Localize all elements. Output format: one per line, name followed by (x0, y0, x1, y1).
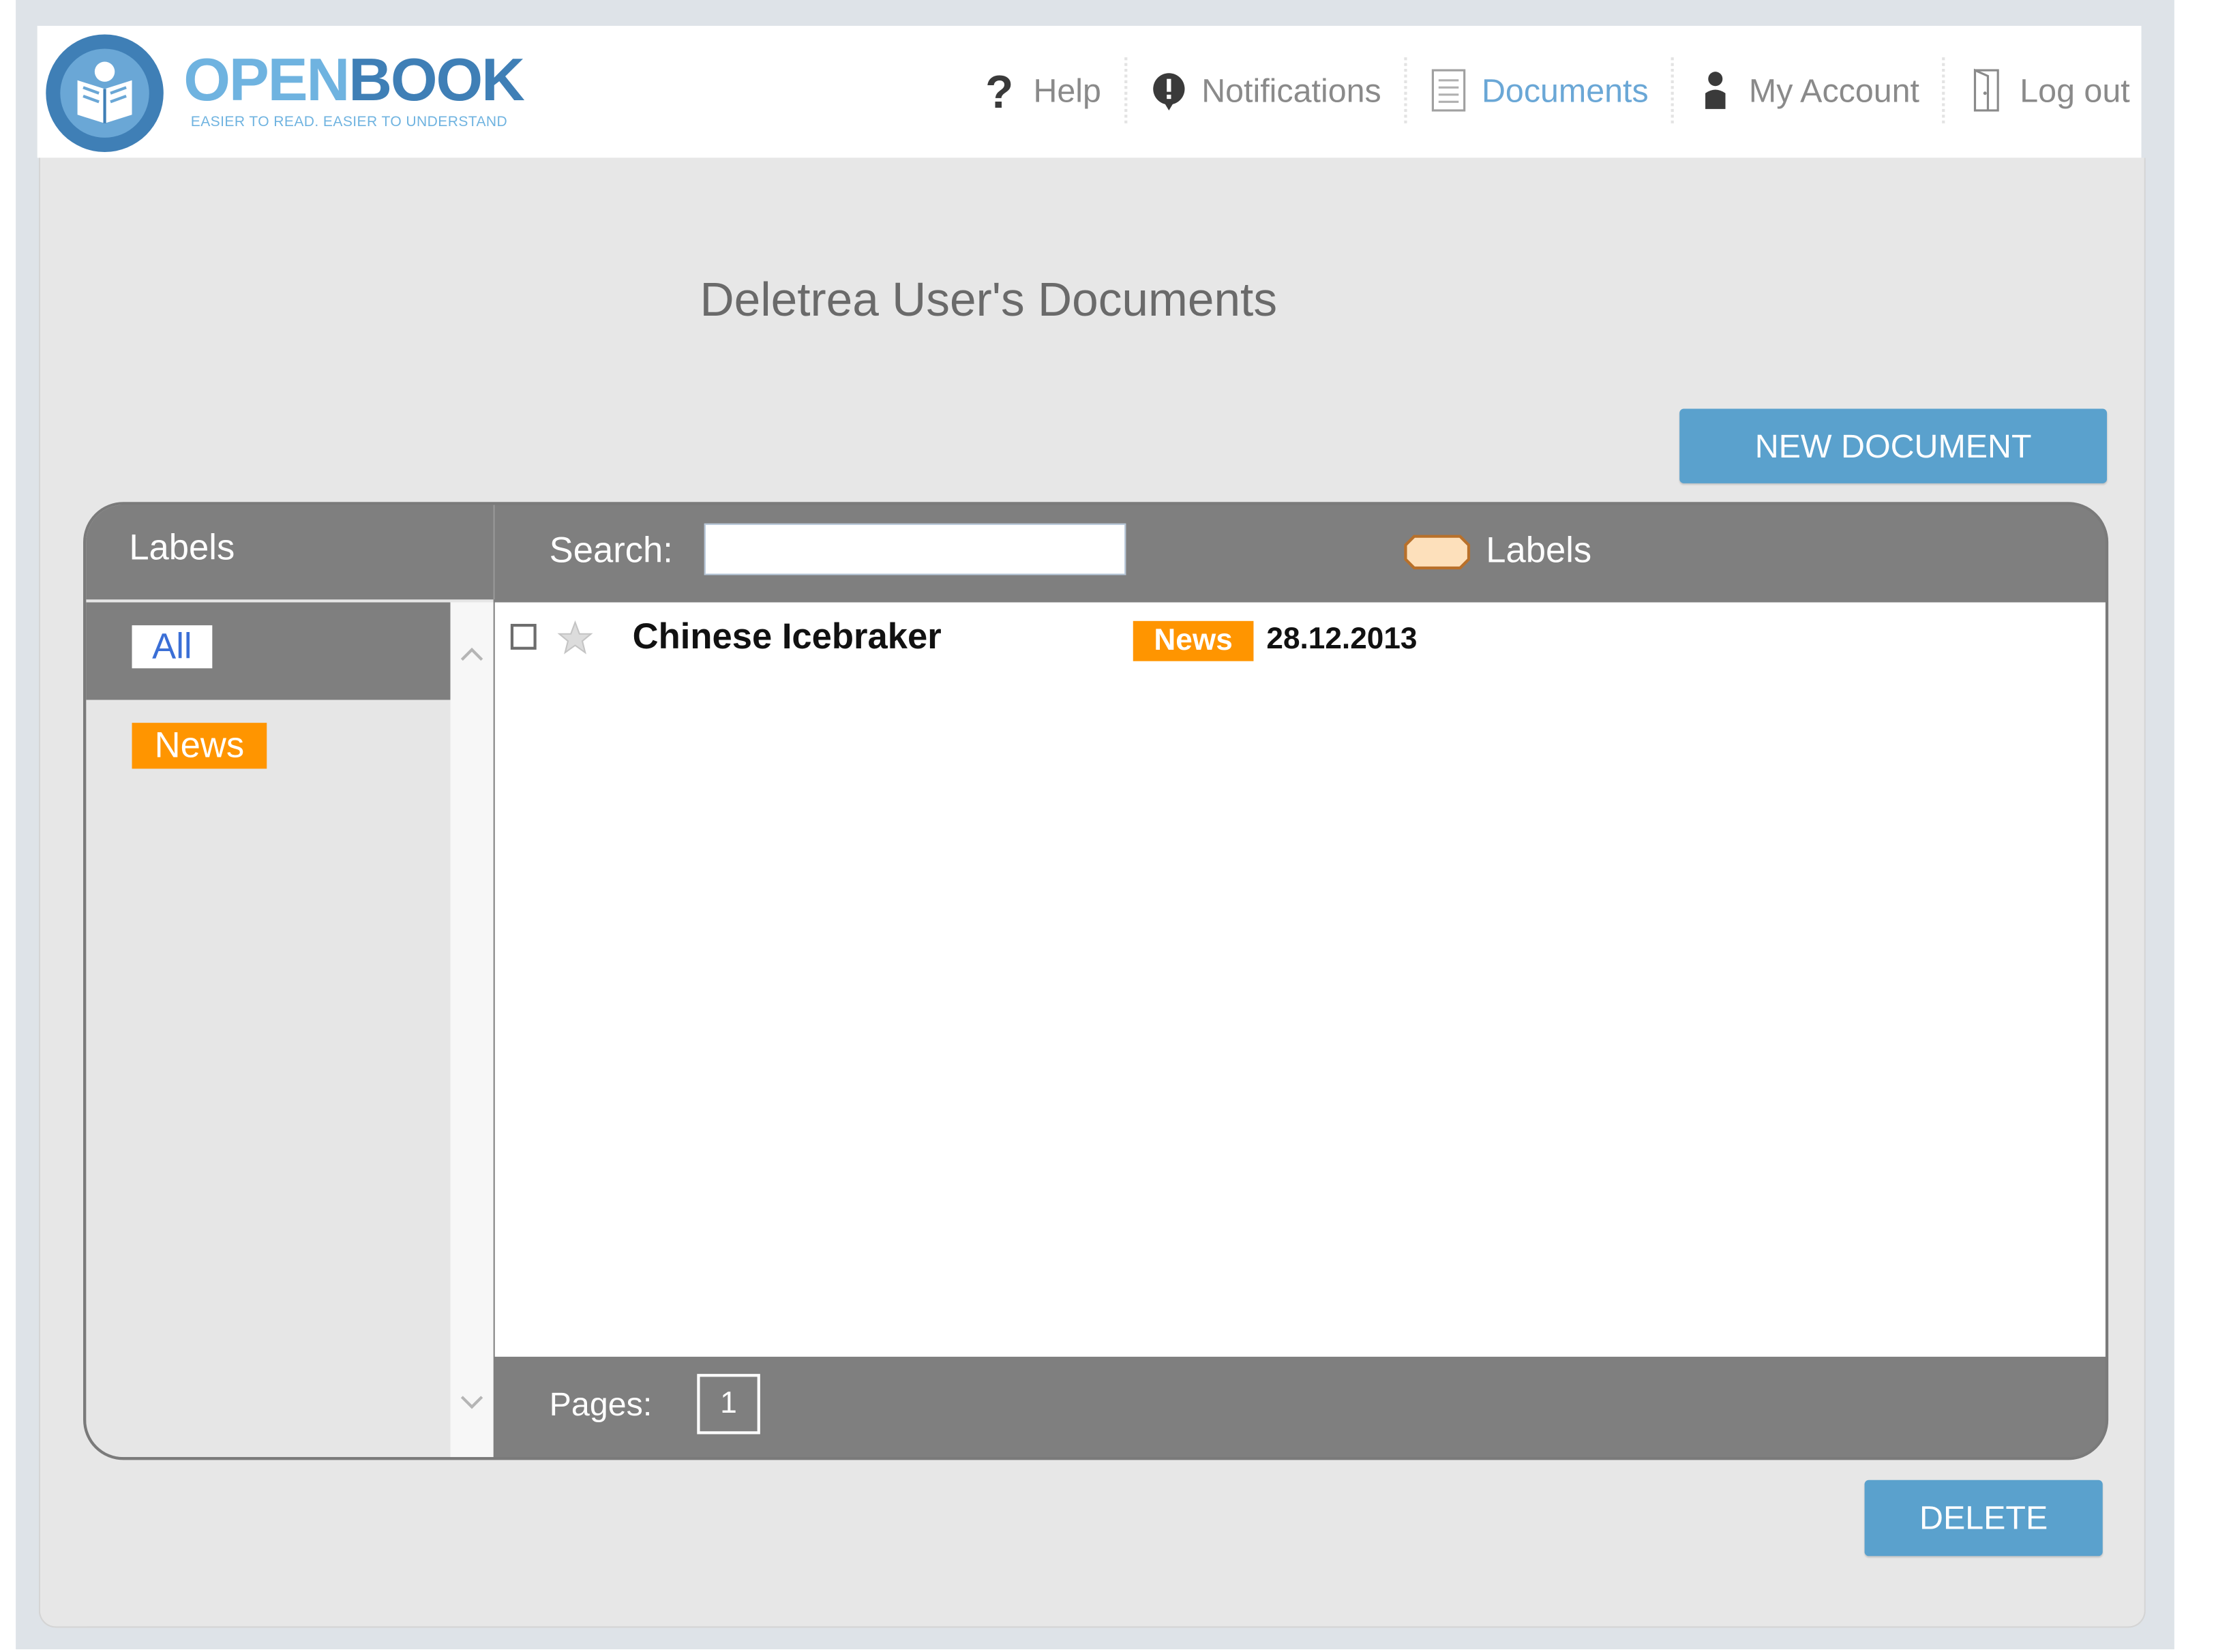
labels-scrollbar[interactable] (450, 602, 494, 1458)
row-checkbox[interactable] (510, 624, 537, 650)
logo-wordmark[interactable]: OPENBOOK (183, 46, 525, 115)
openbook-logo-icon[interactable] (46, 34, 164, 152)
user-icon (1697, 69, 1735, 112)
table-row[interactable]: Chinese Icebraker News 28.12.2013 (495, 602, 2106, 674)
documents-toolbar: Search: Labels (495, 505, 2106, 599)
labels-sidebar: Labels All News (86, 505, 495, 1458)
documents-list: Chinese Icebraker News 28.12.2013 (494, 602, 2106, 1357)
pages-label: Pages: (549, 1385, 653, 1423)
document-label-badge: News (1133, 620, 1254, 661)
header: OPENBOOK EASIER TO READ. EASIER TO UNDER… (37, 25, 2142, 158)
nav-my-account-label: My Account (1748, 71, 1920, 108)
new-document-button[interactable]: NEW DOCUMENT (1679, 408, 2108, 483)
logo-tagline: EASIER TO READ. EASIER TO UNDERSTAND (190, 115, 508, 131)
svg-text:?: ? (986, 67, 1014, 113)
nav-log-out[interactable]: Log out (1945, 57, 2130, 123)
label-item-all[interactable]: All (86, 602, 451, 700)
top-nav: ? Help Notifications Documents My Accoun… (959, 57, 2130, 123)
nav-notifications[interactable]: Notifications (1127, 57, 1407, 123)
documents-panel: Labels All News Search: Labels Chinese I… (83, 502, 2109, 1460)
labels-filter-button[interactable]: Labels (1403, 530, 1591, 572)
pagination: Pages: 1 (495, 1357, 2106, 1457)
label-all-badge: All (132, 625, 213, 669)
nav-documents-label: Documents (1481, 71, 1649, 108)
nav-my-account[interactable]: My Account (1675, 57, 1945, 123)
nav-log-out-label: Log out (2020, 71, 2130, 108)
alert-icon (1150, 69, 1187, 112)
page-1-button[interactable]: 1 (697, 1374, 760, 1435)
nav-help[interactable]: ? Help (959, 57, 1127, 123)
star-icon[interactable] (556, 620, 594, 657)
page-title: Deletrea User's Documents (700, 272, 1278, 326)
nav-documents[interactable]: Documents (1407, 57, 1675, 123)
tag-icon (1404, 534, 1471, 569)
labels-filter-label: Labels (1486, 530, 1592, 571)
documents-area: Search: Labels Chinese Icebraker News 28… (494, 505, 2106, 1458)
search-label: Search: (549, 530, 673, 571)
page: OPENBOOK EASIER TO READ. EASIER TO UNDER… (0, 0, 2216, 1652)
document-icon (1430, 69, 1467, 112)
scroll-up-icon[interactable] (459, 646, 485, 663)
question-icon: ? (982, 67, 1019, 113)
labels-heading: Labels (129, 528, 235, 568)
nav-help-label: Help (1033, 71, 1101, 108)
labels-header: Labels (86, 505, 495, 600)
search-input[interactable] (704, 523, 1126, 575)
document-title-link[interactable]: Chinese Icebraker (633, 617, 942, 659)
door-icon (1968, 68, 2006, 112)
main-content: Deletrea User's Documents NEW DOCUMENT L… (38, 157, 2146, 1628)
nav-notifications-label: Notifications (1201, 71, 1381, 108)
delete-button[interactable]: DELETE (1864, 1480, 2103, 1557)
scroll-down-icon[interactable] (459, 1394, 485, 1411)
logo-book-text: BOOK (348, 46, 525, 114)
label-item-news[interactable]: News (132, 723, 267, 769)
document-date: 28.12.2013 (1266, 622, 1418, 656)
logo-open-text: OPEN (183, 46, 350, 114)
